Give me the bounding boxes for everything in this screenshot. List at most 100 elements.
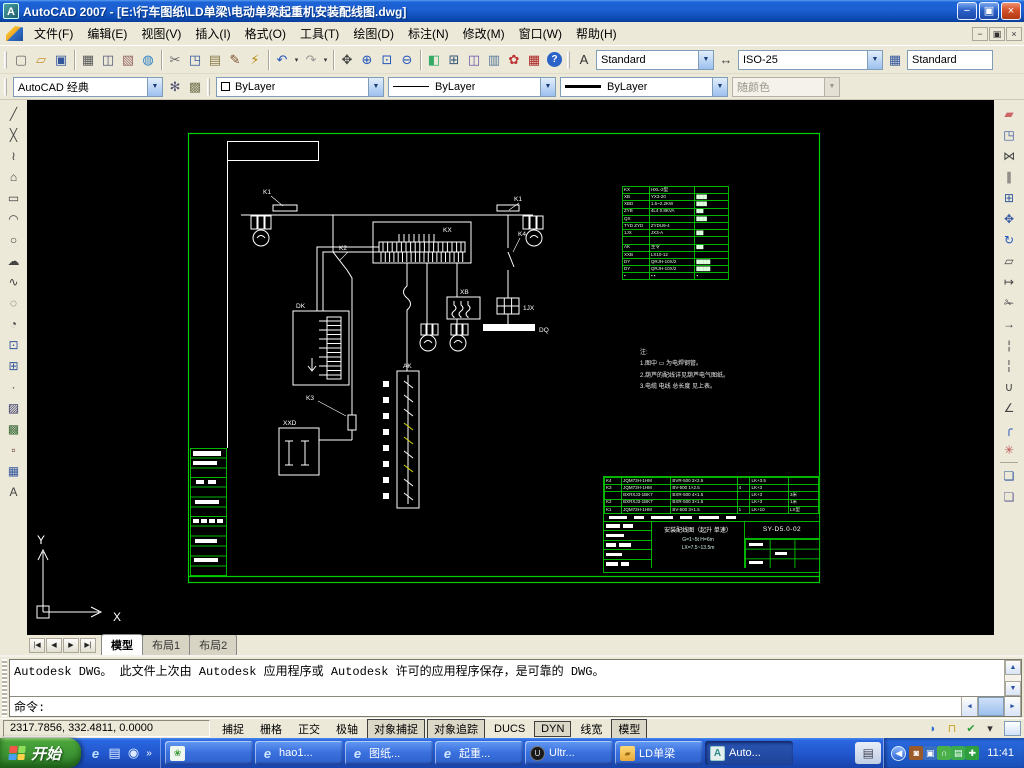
lineweight-combo[interactable]: ByLayer ▼: [560, 77, 728, 97]
chevron-down-icon[interactable]: ▼: [147, 78, 162, 96]
input-method-button[interactable]: ▤: [855, 742, 881, 764]
chevron-down-icon[interactable]: ▼: [540, 78, 555, 96]
associated-standards-icon[interactable]: ✔: [962, 721, 980, 737]
network-tray-icon[interactable]: ▣: [923, 746, 937, 760]
scroll-up-icon[interactable]: ▲: [1005, 660, 1021, 675]
help-icon[interactable]: ?: [547, 52, 562, 67]
extend-icon[interactable]: →: [999, 313, 1020, 334]
join-icon[interactable]: ∪: [999, 376, 1020, 397]
redo-icon[interactable]: ↷: [301, 50, 321, 70]
chevron-down-icon[interactable]: ▼: [712, 78, 727, 96]
tool-palettes-icon[interactable]: ◫: [464, 50, 484, 70]
tab-model[interactable]: 模型: [101, 634, 143, 655]
command-hscroll[interactable]: ◀ ▶: [961, 697, 1021, 716]
break-at-point-icon[interactable]: ¦: [999, 334, 1020, 355]
revision-cloud-icon[interactable]: ☁: [3, 250, 24, 271]
taskbar-button-Auto[interactable]: AAuto...: [705, 741, 793, 765]
dim-style-icon[interactable]: ↔: [716, 50, 736, 70]
line-icon[interactable]: ╱: [3, 103, 24, 124]
toolbar-grip[interactable]: [567, 51, 570, 69]
break-icon[interactable]: ╎: [999, 355, 1020, 376]
match-properties-icon[interactable]: ✎: [225, 50, 245, 70]
undo-dropdown-icon[interactable]: ▾: [292, 50, 301, 70]
media-quicklaunch-icon[interactable]: ◉: [124, 743, 143, 763]
color-combo[interactable]: ByLayer ▼: [216, 77, 384, 97]
block-editor-icon[interactable]: ⚡: [245, 50, 265, 70]
arc-icon[interactable]: ◠: [3, 208, 24, 229]
move-icon[interactable]: ✥: [999, 208, 1020, 229]
ellipse-icon[interactable]: ◌: [3, 292, 24, 313]
audio-tray-icon[interactable]: ∩: [937, 746, 951, 760]
quickcalc-icon[interactable]: ▦: [524, 50, 544, 70]
spline-icon[interactable]: ∿: [3, 271, 24, 292]
menu-item-9[interactable]: 窗口(W): [512, 22, 569, 45]
document-restore-button[interactable]: ▣: [989, 27, 1005, 41]
plot-icon[interactable]: ▦: [78, 50, 98, 70]
stretch-icon[interactable]: ↦: [999, 271, 1020, 292]
menu-item-7[interactable]: 标注(N): [401, 22, 456, 45]
sheet-set-manager-icon[interactable]: ▥: [484, 50, 504, 70]
model-canvas[interactable]: K1 K1 K2 K3 K4 KX XB DK AK XXD 1JX DQ: [27, 100, 994, 635]
menu-item-6[interactable]: 绘图(D): [346, 22, 401, 45]
toggle-ducs[interactable]: DUCS: [487, 721, 532, 737]
region-icon[interactable]: ▫: [3, 439, 24, 460]
text-style-combo[interactable]: Standard ▼: [596, 50, 714, 70]
menu-item-8[interactable]: 修改(M): [456, 22, 512, 45]
properties-icon[interactable]: ◧: [424, 50, 444, 70]
clean-screen-button[interactable]: [1004, 721, 1021, 736]
zoom-previous-icon[interactable]: ⊖: [397, 50, 417, 70]
taskbar-button-ie[interactable]: e图纸...: [345, 741, 433, 765]
toggle-snap[interactable]: 捕捉: [215, 719, 251, 739]
polyline-icon[interactable]: ≀: [3, 145, 24, 166]
table-style-combo[interactable]: Standard: [907, 50, 993, 70]
draworder-icon[interactable]: ❏: [999, 465, 1020, 486]
messenger-tray-icon[interactable]: ▤: [951, 746, 965, 760]
taskbar-button-hao1[interactable]: ehao1...: [255, 741, 343, 765]
chevron-down-icon[interactable]: ▼: [867, 51, 882, 69]
rectangle-icon[interactable]: ▭: [3, 187, 24, 208]
toggle-otrack[interactable]: 对象追踪: [427, 719, 485, 739]
undo-icon[interactable]: ↶: [272, 50, 292, 70]
document-minimize-button[interactable]: −: [972, 27, 988, 41]
scale-icon[interactable]: ▱: [999, 250, 1020, 271]
tab-last-button[interactable]: ▶|: [80, 638, 96, 653]
redo-dropdown-icon[interactable]: ▾: [321, 50, 330, 70]
draworder-under-icon[interactable]: ❏: [999, 486, 1020, 507]
document-close-button[interactable]: ×: [1006, 27, 1022, 41]
restore-button[interactable]: ▣: [979, 2, 999, 20]
command-prompt[interactable]: 命令:: [14, 698, 45, 715]
minimize-button[interactable]: −: [957, 2, 977, 20]
toggle-ortho[interactable]: 正交: [291, 719, 327, 739]
table-style-icon[interactable]: ▦: [885, 50, 905, 70]
toggle-osnap[interactable]: 对象捕捉: [367, 719, 425, 739]
tab-next-button[interactable]: ▶: [63, 638, 79, 653]
explode-icon[interactable]: ✳: [999, 439, 1020, 460]
toolbar-grip[interactable]: [4, 78, 7, 96]
scroll-down-icon[interactable]: ▼: [1005, 681, 1021, 696]
erase-icon[interactable]: ▰: [999, 103, 1020, 124]
linetype-combo[interactable]: ByLayer ▼: [388, 77, 556, 97]
fillet-icon[interactable]: ╭: [999, 418, 1020, 439]
tab-first-button[interactable]: |◀: [29, 638, 45, 653]
taskbar-button-LD[interactable]: ▰LD单梁: [615, 741, 703, 765]
command-window-grip[interactable]: [2, 659, 7, 717]
open-icon[interactable]: ▱: [31, 50, 51, 70]
array-icon[interactable]: ⊞: [999, 187, 1020, 208]
circle-icon[interactable]: ○: [3, 229, 24, 250]
gradient-icon[interactable]: ▩: [3, 418, 24, 439]
point-icon[interactable]: ·: [3, 376, 24, 397]
toolbar-grip[interactable]: [4, 51, 7, 69]
construction-line-icon[interactable]: ╳: [3, 124, 24, 145]
tab-layout2[interactable]: 布局2: [189, 634, 237, 655]
insert-block-icon[interactable]: ⊡: [3, 334, 24, 355]
copy-icon[interactable]: ◳: [185, 50, 205, 70]
title-bar[interactable]: A AutoCAD 2007 - [E:\行车图纸\LD单梁\电动单梁起重机安装…: [0, 0, 1024, 22]
ellipse-arc-icon[interactable]: ◔: [3, 313, 24, 334]
taskbar-button-Ultr[interactable]: UUltr...: [525, 741, 613, 765]
security-tray-icon[interactable]: ✚: [965, 746, 979, 760]
polygon-icon[interactable]: ⌂: [3, 166, 24, 187]
my-workspace-icon[interactable]: ▩: [185, 77, 205, 97]
table-icon[interactable]: ▦: [3, 460, 24, 481]
designcenter-icon[interactable]: ⊞: [444, 50, 464, 70]
copy-object-icon[interactable]: ◳: [999, 124, 1020, 145]
